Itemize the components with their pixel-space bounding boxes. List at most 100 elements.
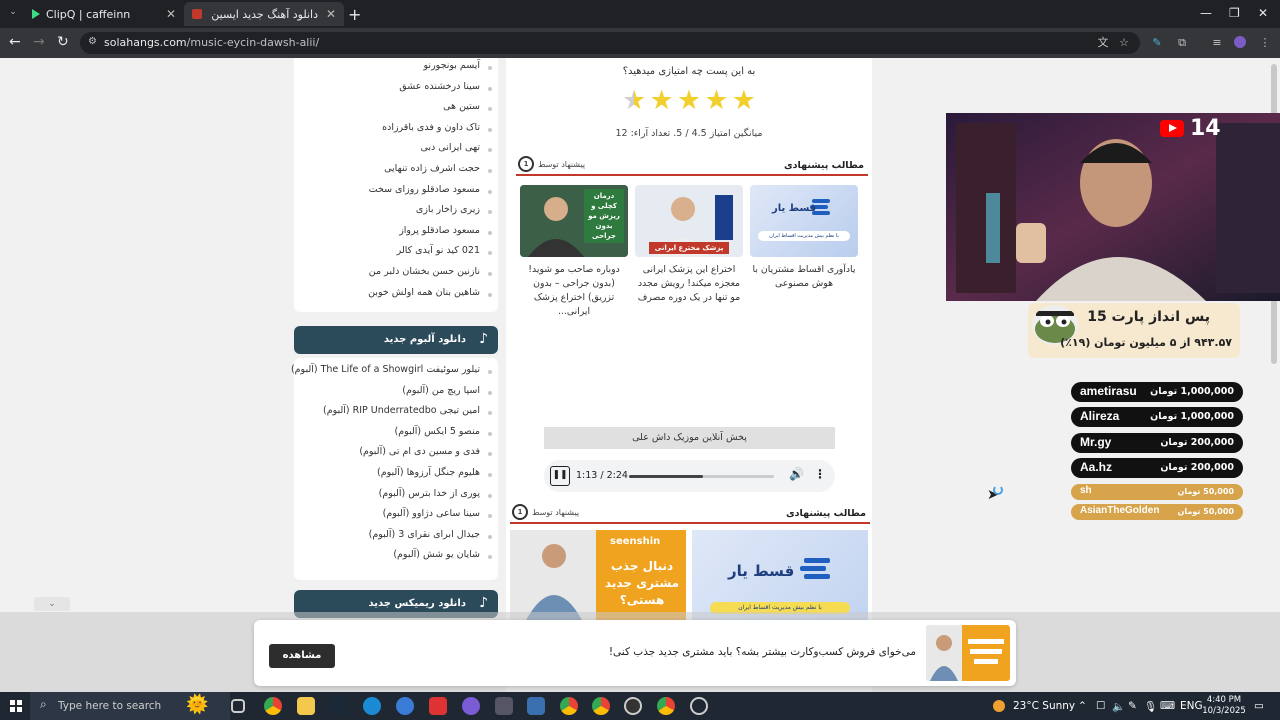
task-view-icon[interactable] [231, 699, 245, 713]
menu-kebab-icon[interactable]: ⋮ [1258, 36, 1272, 50]
ad-thumbnail[interactable] [926, 625, 1010, 681]
profile-avatar[interactable] [1233, 36, 1247, 50]
list-item[interactable]: تهی ایرانی دبی [294, 142, 498, 163]
star-icon[interactable]: ★ [677, 86, 701, 116]
tab-solahangs[interactable]: دانلود آهنگ جدید ایسین داش ✕ [184, 2, 344, 26]
weather-text[interactable]: 23°C Sunny [1013, 700, 1075, 712]
app-icon[interactable] [429, 697, 447, 715]
suggested-by[interactable]: 1 پیشنهاد توسط [518, 156, 585, 172]
app-icon[interactable] [527, 697, 545, 715]
bottom-ad-overlay: مشاهده می‌خوای فروش کسب‌وکارت بیشتر بشه؟… [0, 612, 1280, 692]
app-icon[interactable] [690, 697, 708, 715]
new-tab-icon[interactable]: + [348, 5, 361, 24]
view-button[interactable]: مشاهده [269, 644, 335, 668]
list-item[interactable]: 021 کید نو آیدی کالر [294, 245, 498, 266]
notification-icon[interactable]: ▭ [1254, 700, 1264, 712]
star-icon[interactable]: ★ [732, 86, 756, 116]
list-item[interactable]: مسعود صادقلو روزای سخت [294, 184, 498, 205]
rating-stars[interactable]: ★ ★ ★ ★ ★ [622, 86, 756, 116]
extensions-puzzle-icon[interactable]: ⧉ [1175, 36, 1189, 50]
app-icon[interactable] [462, 697, 480, 715]
pause-icon[interactable]: ❚❚ [550, 466, 570, 486]
minimize-icon[interactable]: — [1200, 6, 1212, 20]
star-icon[interactable]: ★ [704, 86, 728, 116]
close-icon[interactable]: ✕ [166, 7, 176, 21]
more-options-icon[interactable]: ⋮ [814, 467, 826, 481]
list-item[interactable]: منصو 5 ایکس (آلبوم) [294, 426, 498, 447]
donation-goal: پس انداز پارت 15 ۹۴۳.۵۷ از ۵ میلیون توما… [1028, 303, 1240, 358]
chrome-icon[interactable] [264, 697, 282, 715]
list-item[interactable]: ستین هی [294, 101, 498, 122]
microphone-icon[interactable]: 🎙 [1144, 700, 1157, 713]
related-post-thumb[interactable]: درمان کچلی و ریزش مو بدون جراحی [520, 185, 628, 257]
tab-title: دانلود آهنگ جدید ایسین داش [208, 7, 318, 21]
pen-icon[interactable]: ✎ [1128, 700, 1137, 712]
steam-icon[interactable] [330, 697, 348, 715]
windows-taskbar: ⌕ Type here to search 🌞 23°C Sunny ⌃ ☐ 🔈… [0, 692, 1280, 720]
tab-search-icon[interactable]: ⌄ [6, 7, 20, 21]
forward-icon[interactable]: → [33, 34, 45, 50]
back-icon[interactable]: ← [9, 34, 21, 50]
app-icon[interactable] [396, 697, 414, 715]
list-item[interactable]: مسعود صادقلو پرواز [294, 225, 498, 246]
site-info-icon[interactable]: ⚙ [88, 36, 97, 47]
tab-title: ClipQ | caffeinn [46, 7, 131, 21]
list-item[interactable]: سینا ساعی دژاوو (آلبوم) [294, 508, 498, 529]
chrome-icon[interactable] [560, 697, 578, 715]
suggested-by[interactable]: 1 پیشنهاد توسط [512, 504, 579, 520]
music-note-icon: ♪ [479, 331, 488, 347]
list-item[interactable]: اسپا ریچ من (آلبوم) [294, 385, 498, 406]
ad-banner-qestyar[interactable]: قسط یار با نظم بیش مدیریت اقساط ایران [692, 530, 868, 620]
list-item[interactable]: جیدال ابرای نقرای 3 (آلبوم) [294, 529, 498, 550]
network-icon[interactable]: ☐ [1096, 700, 1105, 712]
translate-icon[interactable]: 文 [1096, 36, 1110, 50]
list-item[interactable]: امین تیجی RIP Underratedbo (آلبوم) [294, 405, 498, 426]
edge-icon[interactable] [363, 697, 381, 715]
list-item[interactable]: پوری از خدا بترس (آلبوم) [294, 488, 498, 509]
list-item[interactable]: نازنین حسن بخشان دلبر من [294, 266, 498, 287]
yektanet-logo-icon: 1 [512, 504, 528, 520]
list-item[interactable]: زیری زاخار بازی [294, 204, 498, 225]
related-post-caption[interactable]: دوباره صاحب مو شوید! (بدون جراحی – بدون … [520, 263, 628, 319]
media-control-icon[interactable]: ≡ [1210, 36, 1224, 50]
ad-banner-seenshin[interactable]: seenshin دنبال جذب مشتری جدید هستی؟ [510, 530, 686, 620]
tray-chevron-icon[interactable]: ⌃ [1078, 700, 1087, 712]
scroll-down-chevron-icon[interactable]: ⌄ [34, 597, 70, 611]
tab-clipq[interactable]: ClipQ | caffeinn ✕ [24, 2, 184, 26]
list-item[interactable]: آیسم بونجورنو [294, 60, 498, 81]
related-post-caption[interactable]: اختراع این پزشک ایرانی معجزه میکند! رویش… [635, 263, 743, 305]
list-item[interactable]: حجت اشرف زاده تنهایی [294, 163, 498, 184]
address-bar[interactable]: ⚙ solahangs.com/music-eycin-dawsh-alii/ [80, 32, 1140, 54]
volume-icon[interactable]: 🔈 [1112, 700, 1125, 713]
volume-icon[interactable]: 🔊 [789, 467, 804, 481]
album-section-header[interactable]: ♪ دانلود آلبوم جدید [294, 326, 498, 354]
restore-icon[interactable]: ❐ [1229, 6, 1240, 20]
related-post-caption[interactable]: یادآوری اقساط مشتریان با هوش مصنوعی [750, 263, 858, 291]
list-item[interactable]: سینا درخشنده عشق [294, 81, 498, 102]
file-explorer-icon[interactable] [297, 697, 315, 715]
close-icon[interactable]: ✕ [326, 7, 336, 21]
star-icon[interactable]: ★ [649, 86, 673, 116]
extension-icon[interactable]: ✎ [1150, 36, 1164, 50]
seek-bar[interactable] [629, 475, 774, 478]
list-item[interactable]: شاهین بنان همه اولش خوبن [294, 287, 498, 308]
keyboard-icon[interactable]: ⌨ [1160, 700, 1175, 712]
media-player-icon[interactable] [624, 697, 642, 715]
list-item[interactable]: فدی و مسین دی ام تی (آلبوم) [294, 446, 498, 467]
reload-icon[interactable]: ↻ [57, 34, 69, 50]
windows-start-icon[interactable] [10, 700, 22, 712]
related-post-thumb[interactable]: قسط یار با نظم بیش مدیریت اقساط ایران [750, 185, 858, 257]
bookmark-star-icon[interactable]: ☆ [1117, 36, 1131, 50]
rating-summary: میانگین امتیاز 4.5 / 5. تعداد آراء: 12 [615, 128, 763, 139]
star-icon[interactable]: ★ [622, 86, 646, 116]
list-item[interactable]: شایان یو شش (آلبوم) [294, 549, 498, 570]
related-post-thumb[interactable]: پزشک مخترع ایرانی [635, 185, 743, 257]
system-clock[interactable]: 4:40 PM 10/3/2025 [1200, 695, 1248, 717]
chrome-icon[interactable] [592, 697, 610, 715]
list-item[interactable]: تاک داون و فدی باقرزاده [294, 122, 498, 143]
audio-wave-icon[interactable] [495, 697, 513, 715]
list-item[interactable]: هلیوم جنگل آرزوها (آلبوم) [294, 467, 498, 488]
list-item[interactable]: تیلور سوئیفت The Life of a Showgirl (آلب… [291, 364, 498, 385]
chrome-icon[interactable] [657, 697, 675, 715]
close-window-icon[interactable]: ✕ [1258, 6, 1268, 20]
